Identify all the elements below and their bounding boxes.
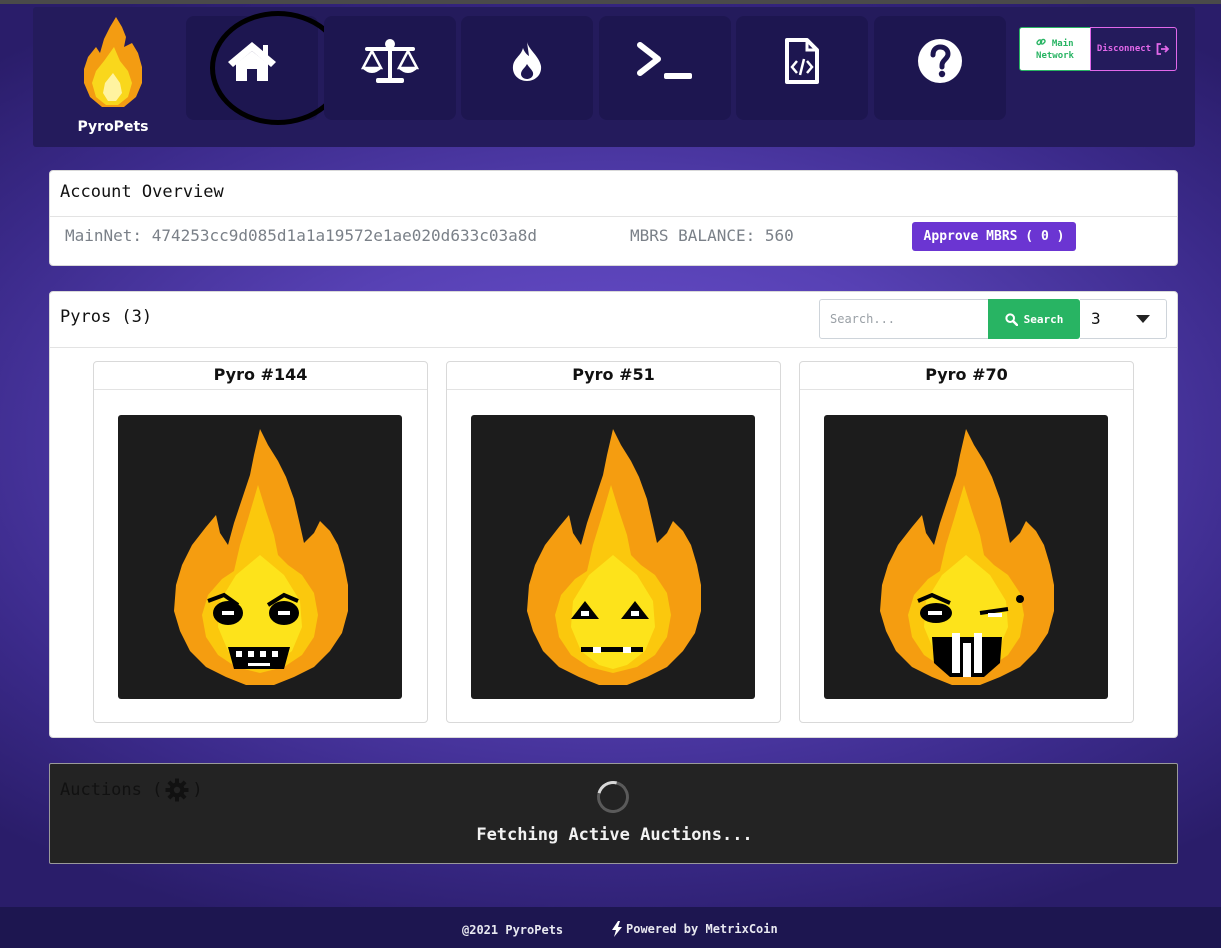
pyro-image: [471, 415, 755, 699]
search-button[interactable]: Search: [988, 299, 1080, 339]
search-button-label: Search: [1023, 312, 1064, 326]
auctions-title-end: ): [192, 780, 203, 800]
nav-fire-button[interactable]: [461, 16, 593, 120]
home-icon: [228, 42, 276, 81]
pyro-name: Pyro #144: [94, 362, 427, 390]
page-size-select[interactable]: 3: [1080, 299, 1167, 339]
pyros-title: Pyros (3): [60, 307, 153, 327]
fire-icon: [512, 42, 542, 81]
sign-out-icon: [1156, 43, 1170, 55]
nav-terminal-button[interactable]: [599, 16, 731, 120]
disconnect-label: Disconnect: [1096, 44, 1152, 54]
pyro-card[interactable]: Pyro #70: [799, 361, 1134, 723]
page-size-value: 3: [1091, 309, 1101, 328]
flame-logo-icon: [84, 17, 142, 107]
disconnect-button[interactable]: Disconnect: [1090, 27, 1177, 71]
pyro-card[interactable]: Pyro #51: [446, 361, 781, 723]
chevron-down-icon: [1136, 315, 1150, 323]
footer-powered-by[interactable]: Powered by MetrixCoin: [612, 921, 778, 937]
network-label-line1: Main: [1051, 38, 1074, 49]
pyro-image: [824, 415, 1108, 699]
auctions-title: Auctions ( ): [60, 778, 203, 802]
brand-name: PyroPets: [77, 119, 149, 135]
nav-scale-button[interactable]: [324, 16, 456, 120]
pyro-card[interactable]: Pyro #144: [93, 361, 428, 723]
file-code-icon: [785, 38, 819, 84]
account-overview-title: Account Overview: [50, 171, 1177, 217]
gear-icon[interactable]: [165, 778, 189, 802]
auctions-title-start: Auctions (: [60, 780, 163, 800]
nav-help-button[interactable]: [874, 16, 1006, 120]
balance-scale-icon: [361, 39, 419, 83]
loading-spinner: [591, 775, 635, 819]
lightning-icon: [612, 921, 622, 937]
pyro-name: Pyro #51: [447, 362, 780, 390]
terminal-icon: [637, 42, 692, 79]
pyros-card: Pyros (3) Search... Search 3 Pyro #144 P…: [49, 291, 1178, 738]
question-circle-icon: [918, 39, 962, 83]
auctions-card: Auctions ( ) Fetching Active Auctions...: [49, 763, 1178, 864]
network-label-line2: Network: [1036, 50, 1074, 61]
footer-powered-label: Powered by MetrixCoin: [626, 922, 778, 936]
main-network-button[interactable]: Main Network: [1019, 27, 1091, 71]
approve-mbrs-button[interactable]: Approve MBRS ( 0 ): [912, 222, 1076, 251]
brand-logo[interactable]: PyroPets: [73, 13, 153, 135]
nav-home-button[interactable]: [186, 16, 318, 120]
search-icon: [1005, 312, 1018, 326]
wallet-address: MainNet: 474253cc9d085d1a1a19572e1ae020d…: [65, 226, 538, 245]
pyro-name: Pyro #70: [800, 362, 1133, 390]
nav-code-file-button[interactable]: [736, 16, 868, 120]
top-navbar: PyroPets Main Network Disconnect: [33, 7, 1195, 147]
account-overview-card: Account Overview MainNet: 474253cc9d085d…: [49, 170, 1178, 266]
mbrs-balance: MBRS BALANCE: 560: [630, 226, 794, 245]
page-body: PyroPets Main Network Disconnect Account…: [0, 4, 1221, 948]
footer: @2021 PyroPets Powered by MetrixCoin: [0, 907, 1221, 948]
search-input[interactable]: Search...: [819, 299, 989, 339]
pyro-image: [118, 415, 402, 699]
footer-copyright: @2021 PyroPets: [462, 923, 564, 937]
link-icon: [1036, 38, 1047, 45]
loading-text: Fetching Active Auctions...: [476, 825, 753, 845]
